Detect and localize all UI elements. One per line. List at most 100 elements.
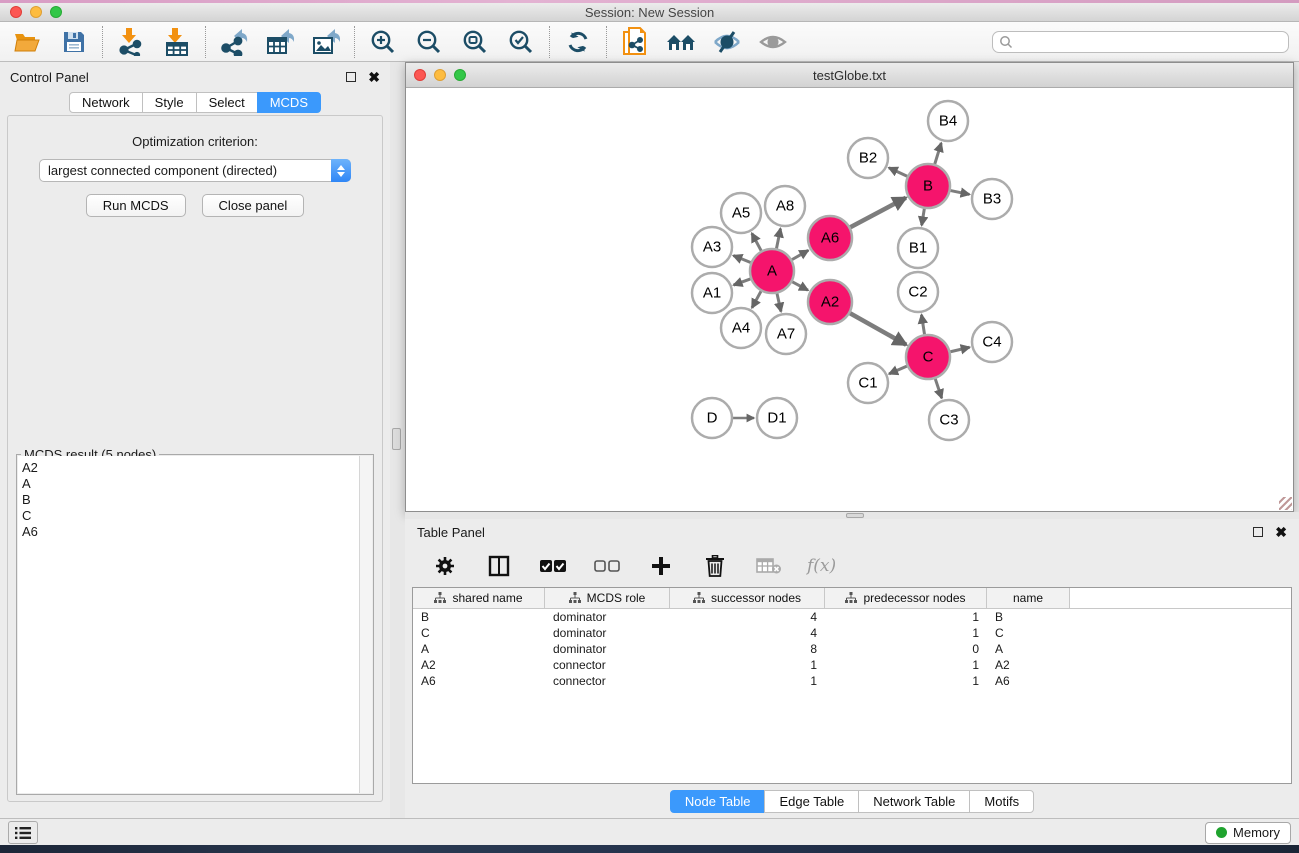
task-history-button[interactable]	[8, 821, 38, 844]
optimization-criterion-select[interactable]: largest connected component (directed)	[39, 159, 351, 182]
search-input[interactable]	[1013, 35, 1282, 49]
refresh-view-button[interactable]	[562, 26, 594, 58]
save-session-button[interactable]	[58, 26, 90, 58]
tab-mcds[interactable]: MCDS	[257, 92, 321, 113]
table-settings-button[interactable]	[429, 550, 461, 582]
column-header-predecessor-nodes[interactable]: predecessor nodes	[825, 588, 987, 608]
cell-shared-name[interactable]: A2	[413, 658, 545, 672]
result-item[interactable]: A	[22, 476, 359, 492]
cell-predecessor-nodes[interactable]: 1	[825, 626, 987, 640]
zoom-selected-button[interactable]	[505, 26, 537, 58]
result-list-scrollbar[interactable]	[359, 456, 372, 793]
cell-predecessor-nodes[interactable]: 0	[825, 642, 987, 656]
graph-edge-A2-C[interactable]	[850, 313, 906, 345]
network-canvas[interactable]: B4B2BB3A8A5A6A3B1AA1C2A2A4A7C4CC1C3DD1	[407, 88, 1292, 510]
graph-edge-B-B1[interactable]	[922, 209, 925, 226]
divider-grip[interactable]	[846, 513, 864, 518]
column-header-mcds-role[interactable]: MCDS role	[545, 588, 670, 608]
delete-table-button[interactable]	[753, 550, 785, 582]
tab-network-table[interactable]: Network Table	[858, 790, 970, 813]
window-resize-grip[interactable]	[1279, 497, 1292, 510]
cell-successor-nodes[interactable]: 8	[670, 642, 825, 656]
run-mcds-button[interactable]: Run MCDS	[86, 194, 186, 217]
float-panel-icon[interactable]	[346, 72, 356, 82]
hide-graphics-details-button[interactable]	[711, 26, 743, 58]
tab-motifs[interactable]: Motifs	[969, 790, 1034, 813]
table-row[interactable]: B dominator 4 1 B	[413, 609, 1291, 625]
divider-grip[interactable]	[392, 428, 401, 450]
zoom-out-button[interactable]	[413, 26, 445, 58]
cell-mcds-role[interactable]: connector	[545, 674, 670, 688]
close-panel-icon[interactable]: ✖	[368, 72, 380, 82]
tab-style[interactable]: Style	[142, 92, 197, 113]
column-header-shared-name[interactable]: shared name	[413, 588, 545, 608]
select-all-columns-button[interactable]	[537, 550, 569, 582]
graph-edge-A6-B[interactable]	[850, 198, 906, 228]
cell-shared-name[interactable]: C	[413, 626, 545, 640]
cell-mcds-role[interactable]: connector	[545, 658, 670, 672]
cell-name[interactable]: C	[987, 626, 1070, 640]
tab-network[interactable]: Network	[69, 92, 143, 113]
cell-name[interactable]: A6	[987, 674, 1070, 688]
memory-button[interactable]: Memory	[1205, 822, 1291, 844]
zoom-in-button[interactable]	[367, 26, 399, 58]
graph-edge-A-A4[interactable]	[752, 291, 761, 308]
tab-node-table[interactable]: Node Table	[670, 790, 766, 813]
cell-predecessor-nodes[interactable]: 1	[825, 658, 987, 672]
result-item[interactable]: A2	[22, 460, 359, 476]
search-field[interactable]	[992, 31, 1289, 53]
tab-select[interactable]: Select	[196, 92, 258, 113]
graph-edge-C-C4[interactable]	[950, 347, 969, 352]
graph-edge-C-C1[interactable]	[889, 366, 907, 374]
cell-predecessor-nodes[interactable]: 1	[825, 674, 987, 688]
cell-successor-nodes[interactable]: 1	[670, 658, 825, 672]
cell-name[interactable]: A2	[987, 658, 1070, 672]
show-graphics-details-button[interactable]	[757, 26, 789, 58]
table-row[interactable]: A6 connector 1 1 A6	[413, 673, 1291, 689]
graph-edge-A-A5[interactable]	[752, 233, 761, 250]
cell-shared-name[interactable]: A	[413, 642, 545, 656]
zoom-fit-button[interactable]	[459, 26, 491, 58]
graph-edge-A-A8[interactable]	[777, 229, 781, 249]
result-item[interactable]: A6	[22, 524, 359, 540]
graph-edge-B-B3[interactable]	[951, 191, 970, 195]
graph-edge-C-C3[interactable]	[935, 379, 941, 398]
column-layout-button[interactable]	[483, 550, 515, 582]
cell-successor-nodes[interactable]: 4	[670, 610, 825, 624]
app-titlebar[interactable]: Session: New Session	[0, 3, 1299, 22]
apply-function-button[interactable]: f(x)	[807, 550, 836, 582]
import-network-button[interactable]	[115, 26, 147, 58]
graph-edge-A-A6[interactable]	[792, 250, 808, 259]
network-window-titlebar[interactable]: testGlobe.txt	[406, 63, 1293, 88]
export-image-button[interactable]	[310, 26, 342, 58]
open-session-button[interactable]	[12, 26, 44, 58]
graph-edge-B-B4[interactable]	[935, 143, 941, 164]
close-panel-icon[interactable]: ✖	[1275, 527, 1287, 537]
export-network-button[interactable]	[218, 26, 250, 58]
graph-edge-A-A1[interactable]	[734, 279, 751, 285]
result-item[interactable]: B	[22, 492, 359, 508]
cell-mcds-role[interactable]: dominator	[545, 626, 670, 640]
import-table-button[interactable]	[161, 26, 193, 58]
network-window[interactable]: testGlobe.txt B4B2BB3A8A5A6A3B1AA1C2A2A4…	[405, 62, 1294, 512]
column-header-name[interactable]: name	[987, 588, 1070, 608]
cell-shared-name[interactable]: A6	[413, 674, 545, 688]
add-row-button[interactable]	[645, 550, 677, 582]
unselect-all-columns-button[interactable]	[591, 550, 623, 582]
cell-name[interactable]: B	[987, 610, 1070, 624]
graph-edge-A-A7[interactable]	[777, 293, 781, 311]
close-panel-button[interactable]: Close panel	[202, 194, 305, 217]
vertical-split-divider[interactable]	[390, 62, 405, 818]
tab-edge-table[interactable]: Edge Table	[764, 790, 859, 813]
cell-successor-nodes[interactable]: 4	[670, 626, 825, 640]
table-row[interactable]: A dominator 8 0 A	[413, 641, 1291, 657]
cell-predecessor-nodes[interactable]: 1	[825, 610, 987, 624]
horizontal-split-divider[interactable]	[405, 512, 1299, 519]
table-row[interactable]: C dominator 4 1 C	[413, 625, 1291, 641]
graph-edge-C-C2[interactable]	[921, 315, 924, 335]
cell-name[interactable]: A	[987, 642, 1070, 656]
graph-edge-B-B2[interactable]	[889, 168, 907, 177]
delete-rows-button[interactable]	[699, 550, 731, 582]
cell-mcds-role[interactable]: dominator	[545, 642, 670, 656]
clone-network-button[interactable]	[619, 26, 651, 58]
